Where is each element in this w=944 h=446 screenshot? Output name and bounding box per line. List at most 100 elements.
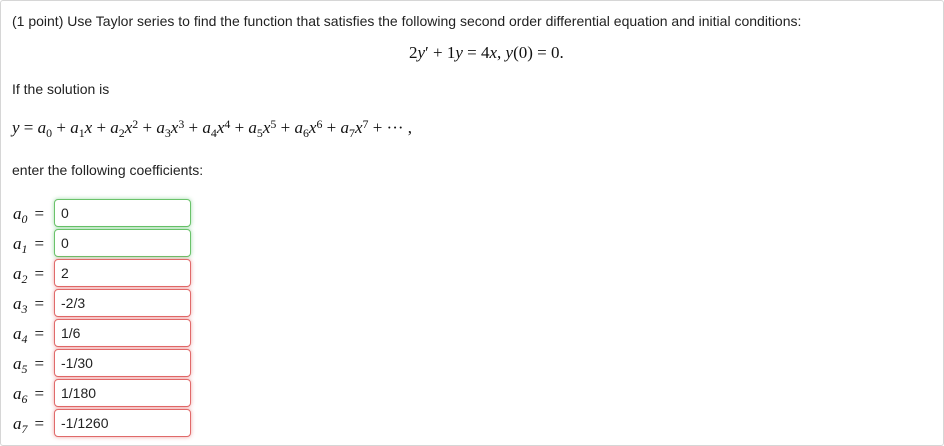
series-coef-sub: 1 <box>78 125 85 140</box>
problem-panel: (1 point) Use Taylor series to find the … <box>0 0 944 446</box>
coefficient-subscript: 2 <box>21 271 28 286</box>
eq-equals: = <box>462 43 481 62</box>
series-power: 7 <box>362 116 369 131</box>
ic-value: = 0. <box>532 43 564 62</box>
series-power: 3 <box>178 116 185 131</box>
series-lhs: y <box>12 118 20 137</box>
coefficient-label: a4 = <box>13 324 45 346</box>
answer-input-a4[interactable] <box>54 319 191 347</box>
equals-sign: = <box>34 234 45 253</box>
series-coef: a <box>70 118 79 137</box>
series-coef: a <box>110 118 119 137</box>
coefficient-row-a0: a0 = <box>1 199 201 229</box>
eq-var-2: y <box>455 43 463 62</box>
series-power: 2 <box>132 116 139 131</box>
series-coef-sub: 7 <box>349 125 355 140</box>
coefficient-symbol: a <box>13 294 22 313</box>
coefficient-subscript: 1 <box>21 241 28 256</box>
series-terms: a0 + a1x + a2x2 + a3x3 + a4x4 + a5x5 + a… <box>37 116 369 140</box>
eq-comma: , <box>497 43 506 62</box>
eq-plus: + <box>428 43 447 62</box>
series-coef: a <box>156 118 165 137</box>
coefficient-label: a3 = <box>13 294 45 316</box>
series-coef-sub: 4 <box>210 125 217 140</box>
coefficient-label: a6 = <box>13 384 45 405</box>
coefficient-row-a4: a4 = <box>1 319 201 349</box>
eq-var-1: y <box>417 43 426 62</box>
coefficient-subscript: 5 <box>21 361 28 376</box>
series-term: + a5x5 <box>230 116 277 140</box>
equals-sign: = <box>34 204 45 223</box>
series-plus: + <box>322 118 341 137</box>
coefficient-symbol: a <box>13 234 22 253</box>
series-power: 6 <box>316 116 323 131</box>
enter-coefficients-label: enter the following coefficients: <box>12 162 204 178</box>
series-term: + a7x7 <box>322 116 369 140</box>
series-coef: a <box>294 118 303 137</box>
series-equals: = <box>19 118 38 137</box>
series-plus: + <box>230 118 249 137</box>
eq-rhs-coef: 4 <box>481 43 490 62</box>
series-plus: + <box>184 118 203 137</box>
series-ellipsis: + ··· , <box>368 118 413 137</box>
coefficient-row-a1: a1 = <box>1 229 201 259</box>
equals-sign: = <box>34 384 45 403</box>
answer-input-a1[interactable] <box>54 229 191 257</box>
series-term: + a1x <box>52 118 92 140</box>
series-term: a0 <box>37 118 52 139</box>
differential-equation: 2y′ + 1y = 4x, y(0) = 0. <box>409 43 564 63</box>
series-coef-sub: 6 <box>302 125 309 140</box>
series-plus: + <box>92 118 111 137</box>
series-x: x <box>354 118 363 137</box>
series-coef: a <box>37 118 47 137</box>
coefficient-symbol: a <box>13 384 22 403</box>
coefficient-label: a1 = <box>13 234 45 256</box>
coefficient-symbol: a <box>13 354 22 373</box>
coefficient-subscript: 4 <box>21 331 28 346</box>
coefficient-row-a2: a2 = <box>1 259 201 289</box>
series-term: + a3x3 <box>138 116 185 140</box>
coefficient-label: a2 = <box>13 264 45 286</box>
coefficient-symbol: a <box>13 264 22 283</box>
series-coef: a <box>202 118 211 137</box>
ic-func: y <box>505 43 514 62</box>
series-coef-sub: 5 <box>256 125 263 140</box>
answer-input-a2[interactable] <box>54 259 191 287</box>
equals-sign: = <box>34 354 45 373</box>
series-plus: + <box>52 118 71 137</box>
series-power: 4 <box>224 116 231 131</box>
equals-sign: = <box>34 414 45 433</box>
coefficient-subscript: 0 <box>21 211 28 226</box>
equals-sign: = <box>34 294 45 313</box>
coefficient-subscript: 7 <box>21 421 28 436</box>
coefficient-symbol: a <box>13 204 22 223</box>
answer-input-a6[interactable] <box>54 379 191 407</box>
solution-intro: If the solution is <box>12 81 110 97</box>
coefficient-symbol: a <box>13 324 22 343</box>
series-coef-sub: 2 <box>118 125 125 140</box>
series-coef: a <box>340 118 350 137</box>
coefficient-subscript: 3 <box>21 301 28 316</box>
ic-arg: (0) <box>513 43 533 62</box>
answer-input-a0[interactable] <box>54 199 191 227</box>
equals-sign: = <box>34 264 45 283</box>
eq-rhs-var: x <box>489 43 498 62</box>
coefficient-row-a7: a7 = <box>1 409 201 439</box>
series-power: 5 <box>270 116 277 131</box>
coefficient-label: a5 = <box>13 354 45 376</box>
series-coef: a <box>248 118 257 137</box>
series-coef-sub: 3 <box>164 125 171 140</box>
series-term: + a6x6 <box>276 116 323 140</box>
coefficient-row-a6: a6 = <box>1 379 201 409</box>
equals-sign: = <box>34 324 45 343</box>
coefficient-row-a5: a5 = <box>1 349 201 379</box>
answer-input-a3[interactable] <box>54 289 191 317</box>
answer-input-a5[interactable] <box>54 349 191 377</box>
series-plus: + <box>138 118 157 137</box>
problem-statement: (1 point) Use Taylor series to find the … <box>12 13 802 29</box>
series-term: + a2x2 <box>92 116 139 140</box>
coefficient-label: a7 = <box>13 414 45 436</box>
series-term: + a4x4 <box>184 116 231 140</box>
coefficient-label: a0 = <box>13 204 45 226</box>
answer-input-a7[interactable] <box>54 409 191 437</box>
